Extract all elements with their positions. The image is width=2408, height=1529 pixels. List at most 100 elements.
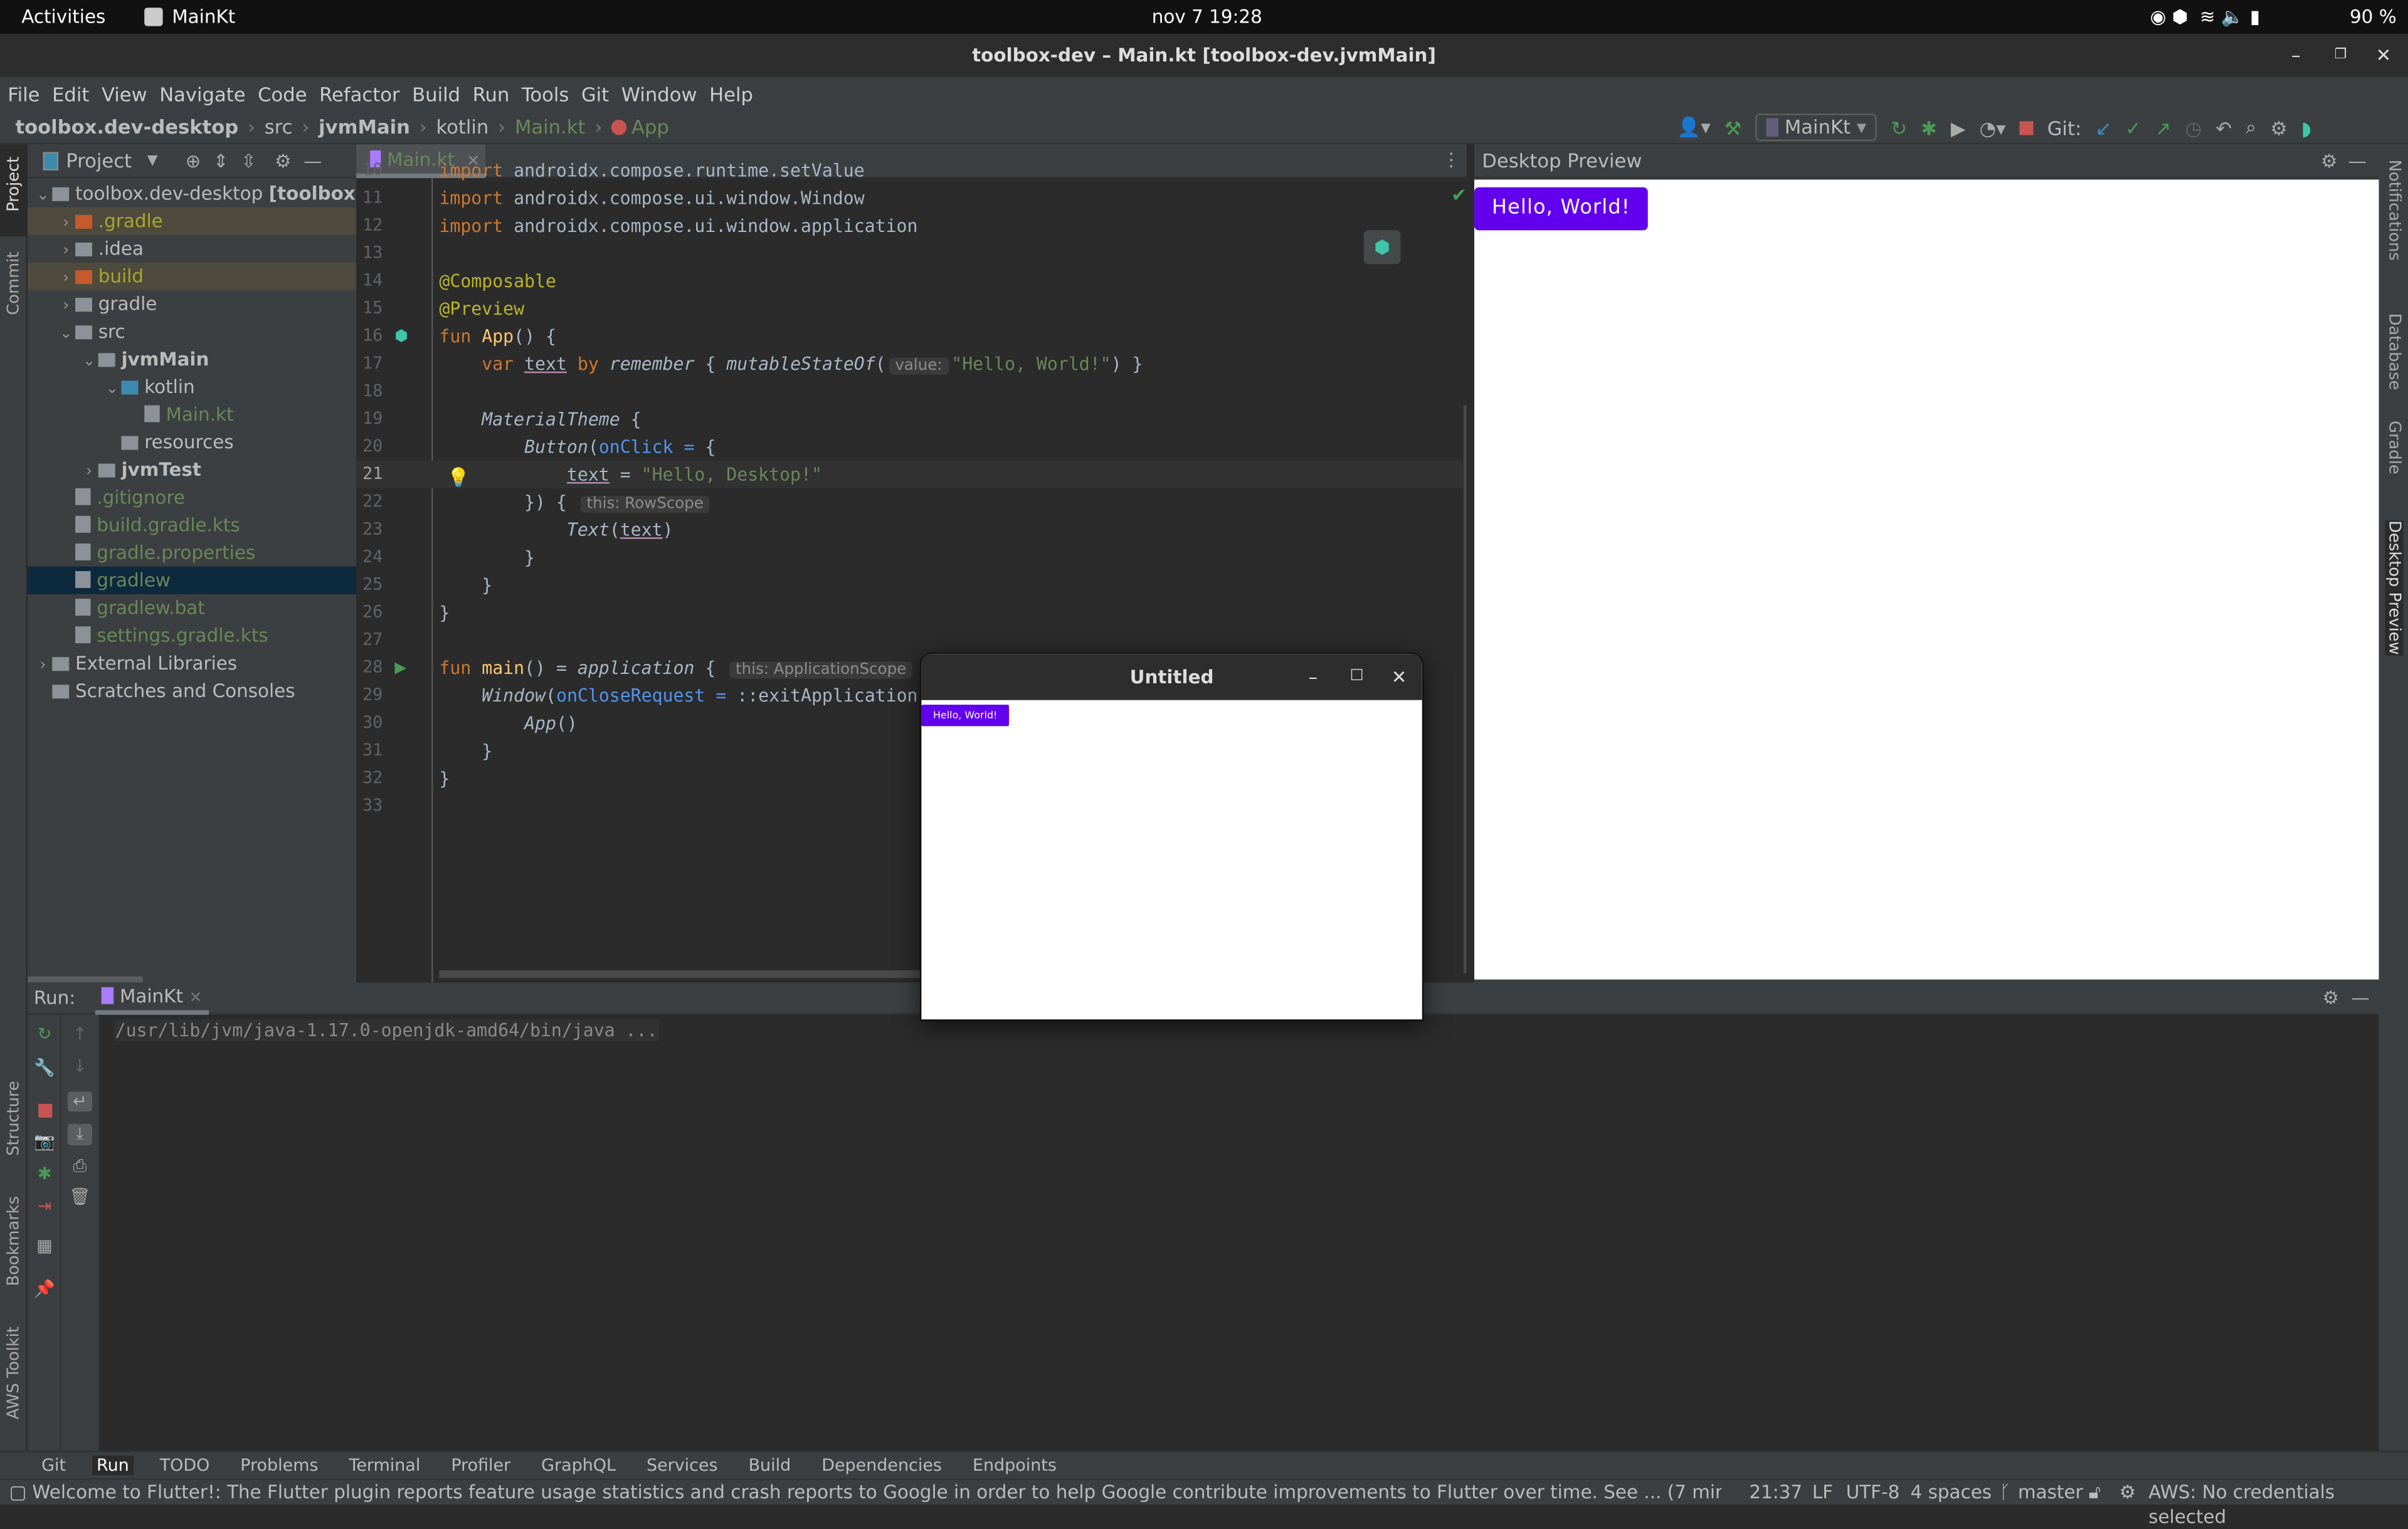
rerun-icon[interactable]: ↻: [1891, 116, 1907, 139]
run-config-select[interactable]: MainKt ▾: [1755, 113, 1877, 142]
toolbox-icon[interactable]: ◗: [2301, 116, 2311, 139]
tool-tab-todo[interactable]: TODO: [155, 1456, 214, 1476]
chevron-right-icon[interactable]: ›: [80, 459, 98, 483]
tool-aws-toolkit[interactable]: AWS Toolkit: [4, 1327, 23, 1419]
maximize-icon[interactable]: ☐: [1350, 654, 1364, 700]
project-view-select[interactable]: Project: [66, 149, 132, 172]
menu-code[interactable]: Code: [258, 82, 307, 105]
tool-bookmarks[interactable]: Bookmarks: [4, 1196, 23, 1286]
trash-icon[interactable]: 🗑: [68, 1187, 92, 1207]
code-line[interactable]: 18: [356, 377, 1464, 405]
breadcrumb-project[interactable]: toolbox.dev-desktop: [15, 115, 238, 139]
run-tab-mainkt[interactable]: MainKt ✕: [95, 985, 209, 1015]
tree-item[interactable]: ⌄ jvmMain: [28, 345, 356, 373]
scroll-to-end-icon[interactable]: ⤓: [67, 1123, 92, 1145]
code-line[interactable]: 16 fun App() {: [356, 322, 1464, 350]
tree-item[interactable]: gradlew.bat: [28, 594, 356, 622]
tool-tab-dependencies[interactable]: Dependencies: [817, 1456, 946, 1476]
coverage-icon[interactable]: ▶: [1951, 116, 1966, 139]
line-separator[interactable]: LF: [1812, 1480, 1833, 1505]
status-toggle-icon[interactable]: ▢: [9, 1480, 27, 1505]
lightbulb-icon[interactable]: 💡: [447, 466, 470, 488]
file-encoding[interactable]: UTF-8: [1846, 1480, 1900, 1505]
close-tab-icon[interactable]: ✕: [189, 990, 203, 1007]
tree-item[interactable]: Main.kt: [28, 401, 356, 428]
tree-item[interactable]: › build: [28, 262, 357, 290]
tool-database[interactable]: Database: [2385, 313, 2403, 391]
print-icon[interactable]: ⎙: [68, 1156, 92, 1177]
lock-icon[interactable]: 🔓︎: [2089, 1480, 2101, 1505]
menu-run[interactable]: Run: [473, 82, 510, 105]
tree-item[interactable]: gradlew: [28, 566, 357, 594]
tree-item[interactable]: ⌄ kotlin: [28, 373, 356, 401]
rerun-icon[interactable]: ↻: [32, 1024, 56, 1044]
menu-refactor[interactable]: Refactor: [319, 82, 399, 105]
preview-hello-button[interactable]: Hello, World!: [1474, 187, 1648, 231]
no-problems-check-icon[interactable]: ✔: [1451, 184, 1467, 206]
tool-tab-terminal[interactable]: Terminal: [344, 1456, 425, 1476]
breadcrumb-src[interactable]: src: [265, 115, 293, 139]
rollback-icon[interactable]: ↶: [2215, 116, 2232, 139]
chevron-down-icon[interactable]: ⌄: [34, 182, 52, 207]
code-line[interactable]: 20 Button(onClick = {: [356, 433, 1464, 461]
menu-navigate[interactable]: Navigate: [159, 82, 245, 105]
pin-icon[interactable]: 📌: [32, 1279, 56, 1299]
compose-preview-icon[interactable]: ⬢: [1363, 230, 1401, 265]
minimize-icon[interactable]: –: [1309, 654, 1318, 700]
tool-tab-endpoints[interactable]: Endpoints: [968, 1456, 1062, 1476]
gear-icon[interactable]: ⚙: [2322, 987, 2338, 1009]
tool-tab-run[interactable]: Run: [92, 1455, 134, 1476]
breadcrumb-jvmmain[interactable]: jvmMain: [319, 115, 410, 139]
stop-icon[interactable]: [2019, 120, 2034, 135]
tool-tab-graphql[interactable]: GraphQL: [537, 1456, 621, 1476]
git-update-icon[interactable]: ↙: [2095, 116, 2111, 139]
chevron-right-icon[interactable]: ›: [57, 266, 75, 290]
tree-item[interactable]: › jvmTest: [28, 456, 356, 483]
gear-icon[interactable]: ⚙: [2321, 150, 2337, 171]
run-gutter-icon[interactable]: ▶: [394, 660, 406, 677]
chevron-down-icon[interactable]: ⌄: [57, 321, 75, 345]
tool-notifications[interactable]: Notifications: [2385, 160, 2403, 261]
code-line[interactable]: 27: [356, 626, 1464, 654]
locate-icon[interactable]: ⊕: [186, 150, 201, 171]
wrench-icon[interactable]: 🔧: [32, 1058, 56, 1078]
menu-tools[interactable]: Tools: [522, 82, 569, 105]
tool-tab-build[interactable]: Build: [744, 1456, 795, 1476]
tool-gradle[interactable]: Gradle: [2385, 421, 2403, 475]
breadcrumb-kotlin[interactable]: kotlin: [436, 115, 489, 139]
code-line[interactable]: 26}: [356, 599, 1464, 626]
tool-commit[interactable]: Commit: [4, 252, 23, 315]
tool-desktop-preview[interactable]: Desktop Preview: [2385, 520, 2404, 655]
battery-level[interactable]: 90 %: [2350, 6, 2397, 28]
menu-window[interactable]: Window: [621, 82, 697, 105]
menu-edit[interactable]: Edit: [52, 82, 89, 105]
build-hammer-icon[interactable]: ⚒: [1724, 116, 1741, 139]
breadcrumb-function[interactable]: App: [631, 115, 669, 139]
close-icon[interactable]: ✕: [1391, 654, 1407, 700]
chevron-down-icon[interactable]: ⌄: [80, 349, 98, 373]
tool-tab-profiler[interactable]: Profiler: [446, 1456, 515, 1476]
tree-item[interactable]: Scratches and Consoles: [28, 677, 356, 705]
menu-build[interactable]: Build: [412, 82, 460, 105]
code-line[interactable]: 10 import androidx.compose.runtime.setVal…: [356, 157, 1464, 184]
tree-item[interactable]: settings.gradle.kts: [28, 622, 356, 649]
chevron-right-icon[interactable]: ›: [57, 293, 75, 318]
git-branch[interactable]: master: [2018, 1480, 2083, 1505]
menu-git[interactable]: Git: [581, 82, 609, 105]
tree-item[interactable]: › .gradle: [28, 207, 357, 235]
horizontal-scrollbar[interactable]: [28, 976, 143, 983]
status-message[interactable]: Welcome to Flutter!: The Flutter plugin …: [32, 1480, 1721, 1505]
code-line[interactable]: 14 @Composable: [356, 267, 1464, 295]
soft-wrap-icon[interactable]: ↵: [67, 1091, 92, 1112]
code-line[interactable]: 25 }: [356, 571, 1464, 599]
code-line[interactable]: 15 @Preview: [356, 295, 1464, 322]
tool-project[interactable]: Project: [4, 157, 23, 212]
code-line[interactable]: 13: [356, 239, 1464, 267]
exit-icon[interactable]: ⇥: [32, 1196, 56, 1216]
menu-file[interactable]: File: [8, 82, 40, 105]
app-menu[interactable]: MainKt: [172, 6, 235, 28]
debug-icon[interactable]: ✱: [1921, 116, 1937, 139]
gear-icon[interactable]: ⚙: [275, 150, 291, 171]
close-icon[interactable]: ✕: [2376, 34, 2392, 77]
debug-icon[interactable]: ✱: [32, 1164, 56, 1184]
